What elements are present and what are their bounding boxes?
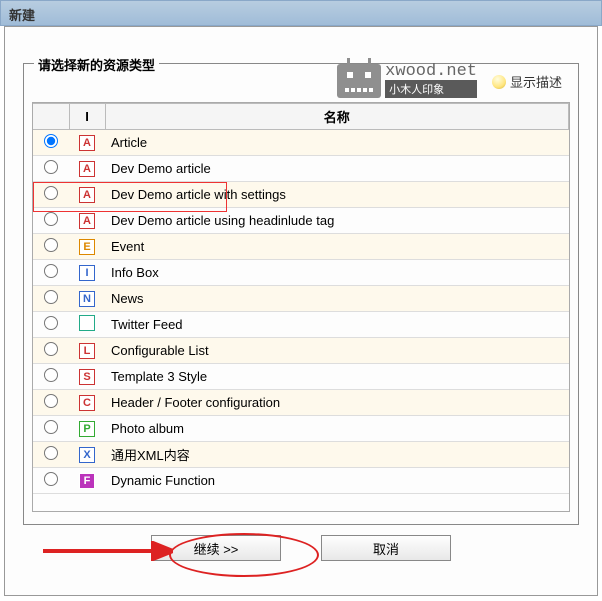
resource-label: Template 3 Style [105, 364, 569, 390]
watermark-logo: xwood.net 小木人印象 [337, 63, 477, 98]
type-icon: P [79, 421, 95, 437]
resource-radio[interactable] [44, 342, 58, 356]
table-row[interactable]: P Photo album [33, 416, 569, 442]
robot-icon [337, 64, 381, 98]
type-icon: A [79, 187, 95, 203]
show-description-label: 显示描述 [510, 72, 562, 91]
resource-radio[interactable] [44, 368, 58, 382]
table-row[interactable]: A Dev Demo article [33, 156, 569, 182]
col-name: 名称 [105, 104, 569, 130]
table-row[interactable]: A Dev Demo article with settings [33, 182, 569, 208]
resource-radio[interactable] [44, 446, 58, 460]
col-icon: I [69, 104, 105, 130]
table-row[interactable]: C Header / Footer configuration [33, 390, 569, 416]
type-icon: A [79, 213, 95, 229]
resource-label: 通用XML内容 [105, 442, 569, 468]
resource-label: Event [105, 234, 569, 260]
resource-radio[interactable] [44, 264, 58, 278]
lightbulb-icon [492, 75, 506, 89]
title-bar: 新建 [0, 0, 602, 26]
resource-label: Dynamic Function [105, 468, 569, 494]
resource-radio[interactable] [44, 420, 58, 434]
resource-radio[interactable] [44, 186, 58, 200]
table-row[interactable]: A Dev Demo article using headinlude tag [33, 208, 569, 234]
type-icon: C [79, 395, 95, 411]
resource-radio[interactable] [44, 160, 58, 174]
continue-button[interactable]: 继续 >> [151, 535, 281, 561]
resource-label: Twitter Feed [105, 312, 569, 338]
table-row[interactable]: E Event [33, 234, 569, 260]
type-icon: X [79, 447, 95, 463]
resource-label: Article [105, 130, 569, 156]
cancel-button[interactable]: 取消 [321, 535, 451, 561]
type-icon: F [79, 473, 95, 489]
resource-label: Dev Demo article [105, 156, 569, 182]
resource-label: Dev Demo article using headinlude tag [105, 208, 569, 234]
resource-label: Configurable List [105, 338, 569, 364]
resource-table: I 名称 A Article A Dev Demo article A Dev Demo … [33, 103, 569, 494]
resource-type-fieldset: 请选择新的资源类型 显示描述 I 名称 AArticleADev Demo ar… [23, 63, 579, 525]
resource-label: Header / Footer configuration [105, 390, 569, 416]
type-icon: S [79, 369, 95, 385]
resource-radio[interactable] [44, 212, 58, 226]
col-radio [33, 104, 69, 130]
button-bar: 继续 >> 取消 [5, 535, 597, 561]
table-row[interactable]: L Configurable List [33, 338, 569, 364]
type-icon: I [79, 265, 95, 281]
table-row[interactable]: X 通用XML内容 [33, 442, 569, 468]
logo-text: xwood.net [385, 63, 477, 80]
table-row[interactable]: I Info Box [33, 260, 569, 286]
resource-label: News [105, 286, 569, 312]
resource-radio[interactable] [44, 394, 58, 408]
type-icon: A [79, 135, 95, 151]
resource-radio[interactable] [44, 134, 58, 148]
fieldset-legend: 请选择新的资源类型 [34, 55, 159, 74]
table-row[interactable]: Twitter Feed [33, 312, 569, 338]
table-row[interactable]: N News [33, 286, 569, 312]
resource-radio[interactable] [44, 472, 58, 486]
show-description-link[interactable]: 显示描述 [492, 72, 562, 91]
dialog-body: xwood.net 小木人印象 请选择新的资源类型 显示描述 I 名称 A Art… [4, 26, 598, 596]
resource-radio[interactable] [44, 316, 58, 330]
table-row[interactable]: S Template 3 Style [33, 364, 569, 390]
type-icon [79, 315, 95, 331]
resource-table-container: I 名称 A Article A Dev Demo article A Dev Demo … [32, 102, 570, 512]
resource-radio[interactable] [44, 290, 58, 304]
resource-label: Dev Demo article with settings [105, 182, 569, 208]
type-icon: N [79, 291, 95, 307]
logo-subtitle: 小木人印象 [385, 80, 477, 98]
type-icon: A [79, 161, 95, 177]
resource-radio[interactable] [44, 238, 58, 252]
resource-label: Info Box [105, 260, 569, 286]
table-row[interactable]: A Article [33, 130, 569, 156]
type-icon: L [79, 343, 95, 359]
type-icon: E [79, 239, 95, 255]
window-title: 新建 [9, 8, 35, 23]
resource-label: Photo album [105, 416, 569, 442]
table-row[interactable]: F Dynamic Function [33, 468, 569, 494]
